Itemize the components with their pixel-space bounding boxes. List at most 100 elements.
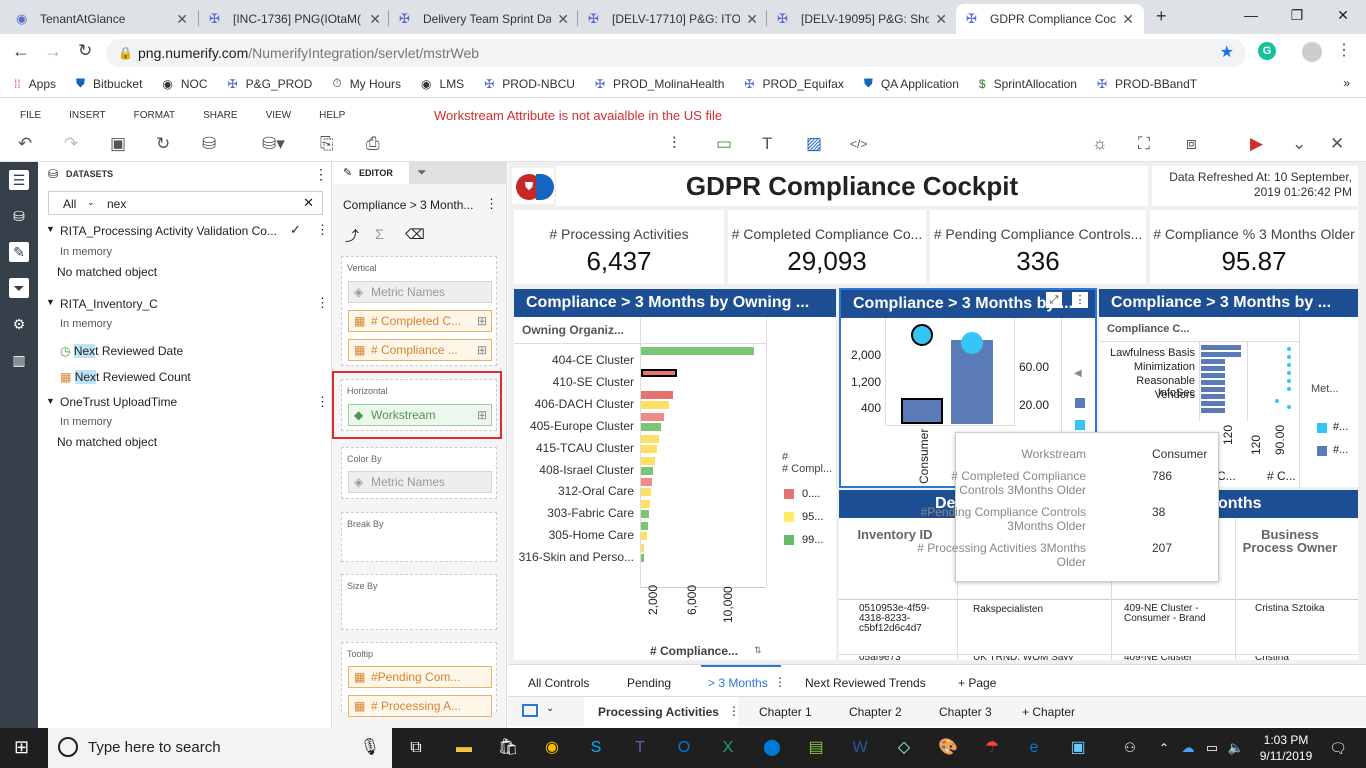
close-icon[interactable]: ✕	[935, 11, 947, 28]
people-icon[interactable]: ⚇	[1118, 736, 1142, 760]
sizeby-dropzone[interactable]: Size By	[341, 574, 497, 630]
dot-consumer[interactable]	[911, 324, 933, 346]
page-tab-next-reviewed[interactable]: Next Reviewed Trends	[805, 676, 926, 690]
avatar[interactable]	[1302, 42, 1322, 62]
legend-scroll-icon[interactable]: ◀	[1074, 368, 1082, 379]
insert-text-icon[interactable]: T	[762, 134, 772, 154]
pill-metric-names[interactable]: ◈ Metric Names	[348, 281, 492, 303]
collapse-arrow-icon[interactable]: ▼	[46, 297, 55, 307]
more-bookmarks-icon[interactable]: »	[1343, 76, 1350, 90]
minimize-icon[interactable]: —	[1228, 0, 1274, 30]
paint-icon[interactable]: 🎨	[936, 736, 960, 760]
refresh-icon[interactable]: ↻	[156, 134, 170, 154]
bar[interactable]	[1201, 387, 1225, 392]
dot[interactable]	[1287, 379, 1291, 383]
task-view-icon[interactable]: ⧉	[404, 736, 428, 760]
bar[interactable]	[1201, 359, 1225, 364]
expand-icon[interactable]: ⤢	[1046, 292, 1062, 308]
bar[interactable]	[641, 554, 644, 563]
kebab-menu-icon[interactable]: ⋮	[314, 166, 328, 183]
page-tab-3-months[interactable]: > 3 Months	[708, 676, 768, 690]
dot[interactable]	[1287, 387, 1291, 391]
notifications-icon[interactable]: 🗨	[1326, 736, 1350, 760]
bar[interactable]	[641, 522, 648, 531]
menu-format[interactable]: FORMAT	[134, 110, 175, 121]
maps-icon[interactable]: ⬤	[760, 736, 784, 760]
bar[interactable]	[641, 544, 644, 553]
bookmark-pg-prod[interactable]: ✠ P&G_PROD	[228, 77, 313, 91]
bar[interactable]	[1201, 401, 1225, 406]
bar[interactable]	[1201, 380, 1225, 385]
tab-inc-1736[interactable]: ✠ [INC-1736] PNG(IOtaM(✕	[199, 4, 391, 34]
store-icon[interactable]: 🛍	[496, 736, 520, 760]
bar[interactable]	[641, 368, 677, 377]
bar[interactable]	[1201, 366, 1225, 371]
volume-icon[interactable]: 🔈	[1224, 736, 1248, 760]
bookmark-noc[interactable]: ◉ NOC	[162, 77, 207, 91]
add-chapter-button[interactable]: + Chapter	[1022, 705, 1075, 719]
dot[interactable]	[1287, 355, 1291, 359]
reload-icon[interactable]: ↻	[78, 41, 92, 61]
kebab-menu-icon[interactable]: ⋮	[485, 196, 498, 212]
bookmark-lms[interactable]: ◉ LMS	[421, 77, 464, 91]
excel-icon[interactable]: X	[716, 736, 740, 760]
filter-icon[interactable]: ⏷	[9, 278, 29, 298]
kebab-menu-icon[interactable]: ⋮	[316, 394, 329, 410]
bar[interactable]	[641, 510, 649, 519]
page-tab-pending[interactable]: Pending	[627, 676, 671, 690]
grid-icon[interactable]: ⊞	[477, 340, 487, 360]
gear-icon[interactable]: ⚙	[9, 314, 29, 334]
chevron-down-icon[interactable]: ⌄	[546, 703, 554, 714]
grid-icon[interactable]: ⊞	[477, 311, 487, 331]
close-icon[interactable]: ✕	[176, 11, 188, 28]
bookmark-qa-app[interactable]: ⛊ QA Application	[864, 76, 959, 91]
chevron-up-icon[interactable]: ⌃	[1152, 736, 1176, 760]
file-explorer-icon[interactable]: ▬	[452, 736, 476, 760]
chapter-tab-2[interactable]: Chapter 2	[849, 705, 902, 719]
project-icon[interactable]: ▤	[804, 736, 828, 760]
pill-metric-names[interactable]: ◈ Metric Names	[348, 471, 492, 493]
kpi-processing-activities[interactable]: # Processing Activities 6,437	[514, 210, 724, 284]
kebab-menu-icon[interactable]: ⋮	[774, 675, 786, 689]
kebab-menu-icon[interactable]: ⋮	[1336, 40, 1352, 60]
bar[interactable]	[641, 412, 664, 421]
layout-icon[interactable]: ⧈	[1186, 134, 1197, 154]
collapse-arrow-icon[interactable]: ▼	[46, 396, 55, 406]
close-editor-icon[interactable]: ✕	[1330, 134, 1344, 154]
tab-delv-19095[interactable]: ✠ [DELV-19095] P&G: Sho ✕	[767, 4, 957, 34]
search-input[interactable]: nex	[107, 197, 126, 211]
outlook-icon[interactable]: O	[672, 736, 696, 760]
editor-icon[interactable]: ✎	[9, 242, 29, 262]
insert-chart-icon[interactable]: ⫶	[672, 134, 676, 154]
bar[interactable]	[641, 444, 657, 453]
chapter-tab-processing[interactable]: Processing Activities	[598, 705, 719, 719]
breakby-dropzone[interactable]: Break By	[341, 512, 497, 562]
close-window-icon[interactable]: ✕	[1320, 0, 1366, 30]
tab-filter[interactable]: ⏷	[409, 162, 507, 184]
add-data-icon[interactable]: ⛁▾	[262, 134, 285, 154]
url-input[interactable]: 🔒 png.numerify.com/NumerifyIntegration/s…	[106, 39, 1246, 67]
pill-compliance[interactable]: ▦ # Compliance ... ⊞	[348, 339, 492, 361]
skype-icon[interactable]: S	[584, 736, 608, 760]
bookmark-my-hours[interactable]: ⏱ My Hours	[332, 76, 401, 91]
bar[interactable]	[641, 434, 659, 443]
tab-delv-17710[interactable]: ✠ [DELV-17710] P&G: ITO ✕	[578, 4, 768, 34]
microphone-icon[interactable]: 🎙	[360, 728, 380, 768]
app-icon[interactable]: ◇	[892, 736, 916, 760]
tooltip-dropzone[interactable]: Tooltip ▦ #Pending Com... ▦ # Processing A…	[341, 642, 497, 717]
dot-compliance[interactable]	[961, 332, 983, 354]
remote-desktop-icon[interactable]: ▣	[1066, 736, 1090, 760]
undo-icon[interactable]: ↶	[18, 134, 32, 154]
metric-next-reviewed-count[interactable]: ▦ Next Reviewed Count	[60, 370, 191, 384]
clock[interactable]: 1:03 PM 9/11/2019	[1256, 732, 1316, 764]
bookmark-prod-bbandt[interactable]: ✠ PROD-BBandT	[1097, 77, 1197, 91]
bar[interactable]	[641, 422, 661, 431]
pill-completed[interactable]: ▦ # Completed C... ⊞	[348, 310, 492, 332]
close-icon[interactable]: ✕	[369, 11, 381, 28]
bookmark-prod-equifax[interactable]: ✠ PROD_Equifax	[744, 77, 843, 91]
word-icon[interactable]: W	[848, 736, 872, 760]
chart-icon[interactable]: ▥	[9, 350, 29, 370]
bar[interactable]	[1201, 373, 1225, 378]
windows-start-icon[interactable]: ⊞	[14, 737, 29, 758]
tab-delivery-sprint[interactable]: ✠ Delivery Team Sprint Da ✕	[389, 4, 579, 34]
